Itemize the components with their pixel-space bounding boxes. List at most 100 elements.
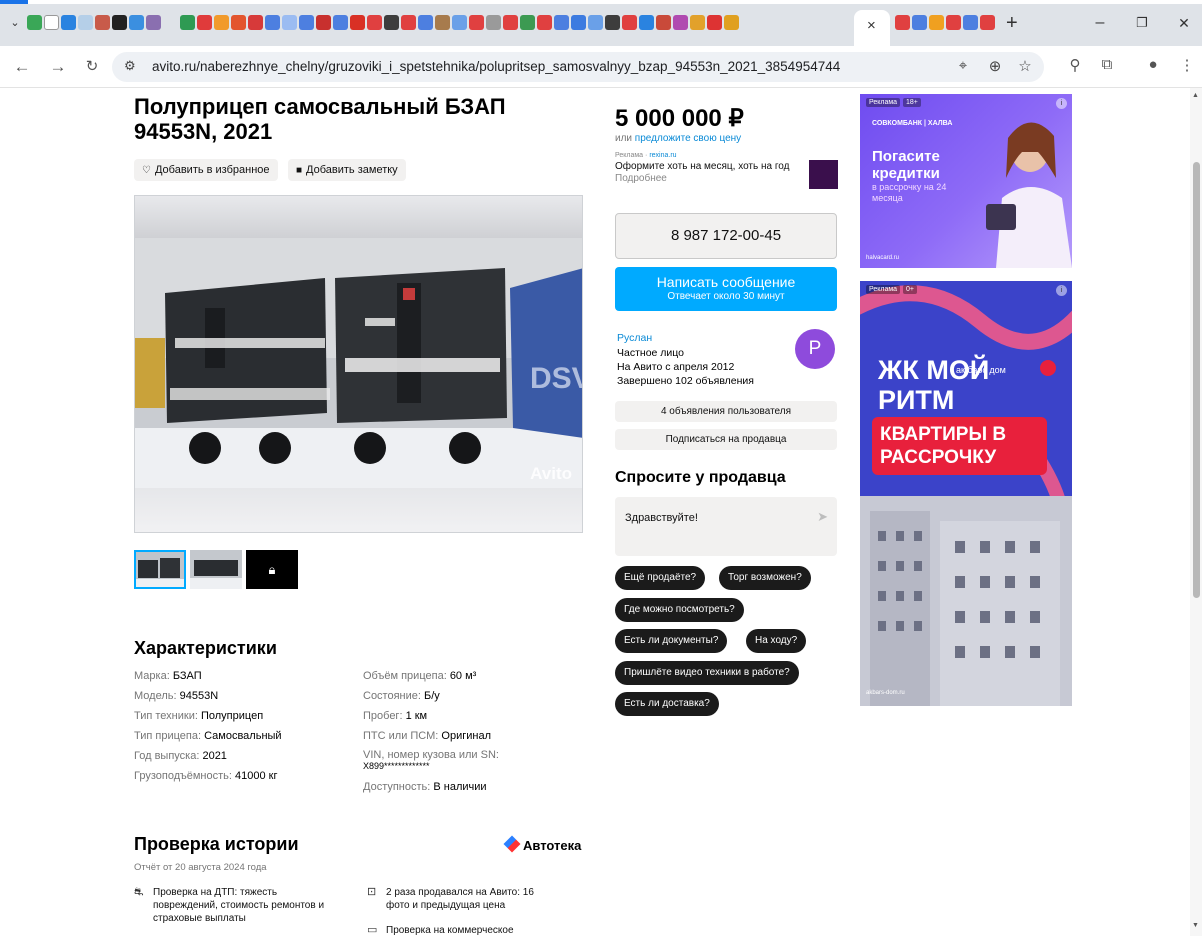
tab-favicon[interactable] bbox=[724, 15, 739, 30]
tab-favicon[interactable] bbox=[639, 15, 654, 30]
scrollbar-thumb[interactable] bbox=[1193, 162, 1200, 598]
info-icon[interactable]: i bbox=[1056, 285, 1067, 296]
tab-favicon[interactable] bbox=[673, 15, 688, 30]
tab-favicon[interactable] bbox=[231, 15, 246, 30]
scroll-down-icon[interactable]: ▼ bbox=[1192, 922, 1199, 929]
tab-favicon[interactable] bbox=[282, 15, 297, 30]
tab-favicon[interactable] bbox=[401, 15, 416, 30]
add-note-button[interactable]: ■ Добавить заметку bbox=[288, 159, 406, 181]
tab-favicon[interactable] bbox=[690, 15, 705, 30]
tab-favicon[interactable] bbox=[61, 15, 76, 30]
tab-favicon[interactable] bbox=[520, 15, 535, 30]
tab-favicon[interactable] bbox=[605, 15, 620, 30]
quick-question-chip[interactable]: Где можно посмотреть? bbox=[615, 598, 744, 622]
tab-favicon[interactable] bbox=[367, 15, 382, 30]
page-scrollbar[interactable]: ▲ ▼ bbox=[1190, 88, 1202, 936]
tab-favicon[interactable] bbox=[469, 15, 484, 30]
tab-favicon[interactable] bbox=[180, 15, 195, 30]
zoom-icon[interactable]: ⊕ bbox=[984, 57, 1006, 75]
seller-avatar[interactable]: P bbox=[795, 329, 835, 369]
tab-favicon[interactable] bbox=[503, 15, 518, 30]
tab-favicon[interactable] bbox=[418, 15, 433, 30]
tab-favicon[interactable] bbox=[384, 15, 399, 30]
minimize-button[interactable]: – bbox=[1088, 12, 1112, 34]
quick-question-chip[interactable]: Пришлёте видео техники в работе? bbox=[615, 661, 799, 685]
tab-favicon[interactable] bbox=[452, 15, 467, 30]
tab-favicon[interactable] bbox=[554, 15, 569, 30]
tab-favicon[interactable] bbox=[95, 15, 110, 30]
send-icon[interactable]: ➤ bbox=[817, 509, 828, 525]
tab-favicon[interactable] bbox=[537, 15, 552, 30]
site-info-icon[interactable]: ⚙ bbox=[124, 58, 136, 74]
tab-favicon[interactable] bbox=[929, 15, 944, 30]
quick-question-chip[interactable]: Торг возможен? bbox=[719, 566, 811, 590]
location-off-icon[interactable]: ⌖ bbox=[952, 57, 974, 74]
subscribe-seller-button[interactable]: Подписаться на продавца bbox=[615, 429, 837, 450]
extensions-icon[interactable]: ⧉ bbox=[1096, 56, 1118, 73]
close-window-button[interactable]: ✕ bbox=[1172, 12, 1196, 34]
tab-favicon[interactable] bbox=[163, 15, 178, 30]
tab-favicon[interactable] bbox=[656, 15, 671, 30]
quick-question-chip[interactable]: Есть ли документы? bbox=[615, 629, 728, 653]
tab-favicon[interactable] bbox=[350, 15, 365, 30]
tab-favicon[interactable] bbox=[248, 15, 263, 30]
tab-favicon[interactable] bbox=[214, 15, 229, 30]
tab-favicon[interactable] bbox=[27, 15, 42, 30]
profile-icon[interactable]: ● bbox=[1142, 56, 1164, 73]
tab-favicon[interactable] bbox=[44, 15, 59, 30]
url-text[interactable]: avito.ru/naberezhnye_chelny/gruzoviki_i_… bbox=[152, 59, 840, 74]
add-favorite-button[interactable]: ♡ Добавить в избранное bbox=[134, 159, 278, 181]
address-bar[interactable]: ⚙ avito.ru/naberezhnye_chelny/gruzoviki_… bbox=[112, 52, 1044, 82]
reload-icon[interactable]: ↻ bbox=[80, 55, 104, 79]
tab-favicon[interactable] bbox=[980, 15, 995, 30]
tab-favicon[interactable] bbox=[912, 15, 927, 30]
tab-favicon[interactable] bbox=[588, 15, 603, 30]
tab-favicon[interactable] bbox=[435, 15, 450, 30]
tab-favicon[interactable] bbox=[486, 15, 501, 30]
tab-favicon[interactable] bbox=[299, 15, 314, 30]
quick-question-chip[interactable]: Есть ли доставка? bbox=[615, 692, 719, 716]
forward-icon[interactable]: → bbox=[46, 55, 70, 79]
offer-price-link[interactable]: предложите свою цену bbox=[635, 133, 741, 144]
photo-thumbnail-2[interactable] bbox=[190, 550, 242, 589]
tab-favicon[interactable] bbox=[946, 15, 961, 30]
photo-thumbnail-locked[interactable]: 🔒︎ bbox=[246, 550, 298, 589]
autoteka-logo[interactable]: Автотека bbox=[503, 835, 581, 853]
tab-favicon[interactable] bbox=[78, 15, 93, 30]
tab-favicon[interactable] bbox=[112, 15, 127, 30]
ad-banner-halva[interactable]: Реклама 18+ i СОВКОМБАНК | ХАЛВА Погасит… bbox=[860, 94, 1072, 268]
tab-favicon[interactable] bbox=[146, 15, 161, 30]
bookmark-star-icon[interactable]: ☆ bbox=[1014, 57, 1036, 75]
info-icon[interactable]: i bbox=[1056, 98, 1067, 109]
write-message-button[interactable]: Написать сообщение Отвечает около 30 мин… bbox=[615, 267, 837, 311]
tab-favicon[interactable] bbox=[316, 15, 331, 30]
ad-domain[interactable]: rexina.ru bbox=[649, 152, 676, 159]
show-phone-button[interactable]: 8 987 172-00-45 bbox=[615, 213, 837, 259]
ad-banner-akbars[interactable]: Реклама 0+ i ЖК МОЙ РИТМ ак барс дом КВА… bbox=[860, 281, 1072, 706]
seller-name-link[interactable]: Руслан bbox=[617, 332, 652, 344]
translate-icon[interactable]: ⚲ bbox=[1064, 56, 1086, 74]
quick-question-chip[interactable]: На ходу? bbox=[746, 629, 807, 653]
tab-favicon[interactable] bbox=[963, 15, 978, 30]
tab-favicon[interactable] bbox=[197, 15, 212, 30]
quick-question-chip[interactable]: Ещё продаёте? bbox=[615, 566, 706, 590]
tab-search-icon[interactable]: ⌄ bbox=[6, 14, 24, 32]
photo-thumbnail-1[interactable] bbox=[134, 550, 186, 589]
restore-button[interactable]: ❐ bbox=[1130, 12, 1154, 34]
tab-favicon[interactable] bbox=[622, 15, 637, 30]
ask-message-value[interactable]: Здравствуйте! bbox=[625, 512, 698, 524]
menu-icon[interactable]: ⋮ bbox=[1176, 56, 1198, 74]
tab-close-icon[interactable]: × bbox=[867, 17, 876, 35]
back-icon[interactable]: ← bbox=[10, 55, 34, 79]
main-photo[interactable]: DSV Avito bbox=[134, 195, 583, 533]
ad-more-link[interactable]: Подробнее bbox=[615, 173, 667, 184]
seller-listings-button[interactable]: 4 объявления пользователя bbox=[615, 401, 837, 422]
tab-favicon[interactable] bbox=[129, 15, 144, 30]
tab-favicon[interactable] bbox=[707, 15, 722, 30]
tab-favicon[interactable] bbox=[333, 15, 348, 30]
tab-favicon[interactable] bbox=[265, 15, 280, 30]
tab-favicon[interactable] bbox=[571, 15, 586, 30]
scroll-up-icon[interactable]: ▲ bbox=[1192, 92, 1199, 99]
new-tab-button[interactable]: + bbox=[1006, 12, 1018, 34]
active-tab[interactable]: × bbox=[854, 10, 890, 46]
